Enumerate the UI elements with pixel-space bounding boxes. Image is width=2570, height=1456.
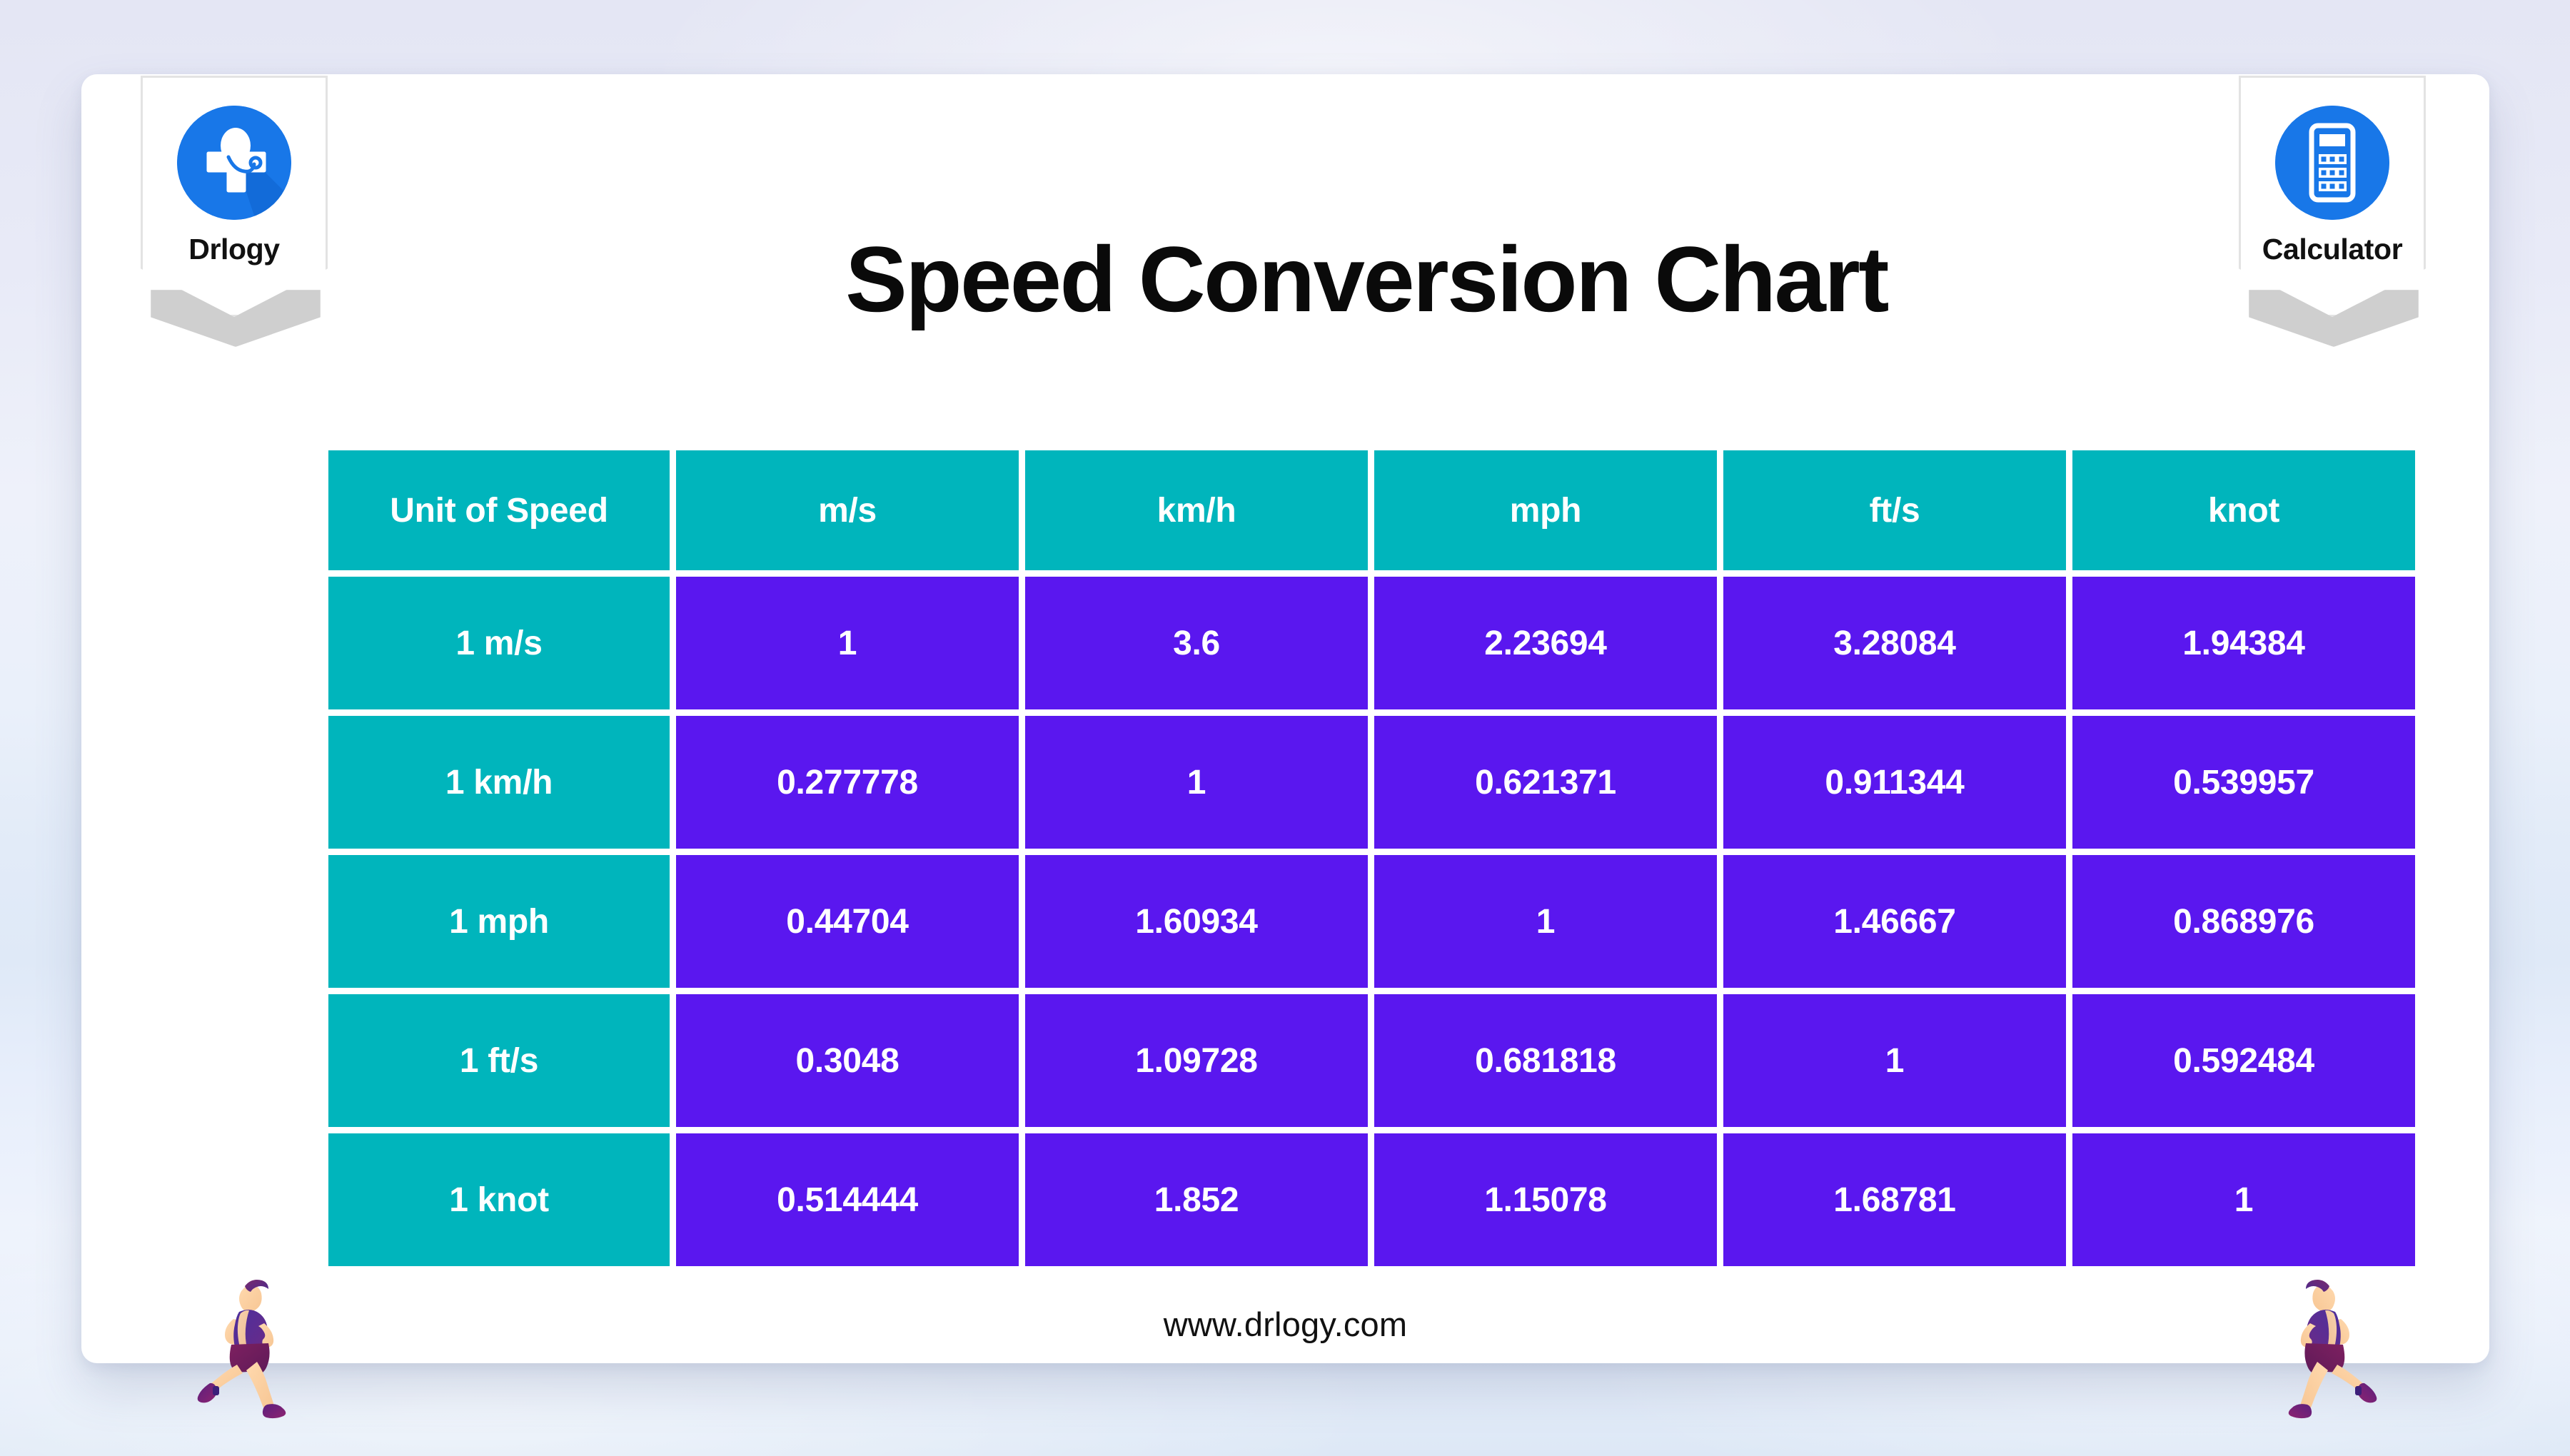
badge-label-calculator: Calculator <box>2262 233 2403 266</box>
table-cell: 1.09728 <box>1025 994 1368 1127</box>
table-row: 1 mph 0.44704 1.60934 1 1.46667 0.868976 <box>328 855 2415 988</box>
badge-label-drlogy: Drlogy <box>188 233 280 266</box>
table-row: 1 ft/s 0.3048 1.09728 0.681818 1 0.59248… <box>328 994 2415 1127</box>
table-row: 1 km/h 0.277778 1 0.621371 0.911344 0.53… <box>328 716 2415 849</box>
column-header-ms: m/s <box>676 450 1019 570</box>
table-cell: 1.94384 <box>2072 577 2415 709</box>
running-man-icon <box>2266 1269 2402 1426</box>
footer-website-url[interactable]: www.drlogy.com <box>81 1305 2489 1344</box>
table-cell: 0.681818 <box>1374 994 1717 1127</box>
table-cell: 0.868976 <box>2072 855 2415 988</box>
table-row: 1 knot 0.514444 1.852 1.15078 1.68781 1 <box>328 1133 2415 1266</box>
table-cell: 0.539957 <box>2072 716 2415 849</box>
row-unit-label: 1 knot <box>328 1133 670 1266</box>
drlogy-logo-icon <box>177 106 291 220</box>
table-cell: 0.3048 <box>676 994 1019 1127</box>
column-header-unit: Unit of Speed <box>328 450 670 570</box>
table-cell: 1.852 <box>1025 1133 1368 1266</box>
table-cell: 1 <box>676 577 1019 709</box>
table-cell: 2.23694 <box>1374 577 1717 709</box>
poster-card: Drlogy Calculator Speed Conversion Chart… <box>81 74 2489 1419</box>
calculator-icon <box>2275 106 2389 220</box>
table-cell: 0.911344 <box>1723 716 2066 849</box>
table-cell: 1.60934 <box>1025 855 1368 988</box>
column-header-kmh: km/h <box>1025 450 1368 570</box>
table-cell: 0.277778 <box>676 716 1019 849</box>
row-unit-label: 1 ft/s <box>328 994 670 1127</box>
table-cell: 0.592484 <box>2072 994 2415 1127</box>
table-cell: 0.514444 <box>676 1133 1019 1266</box>
table-cell: 1 <box>1374 855 1717 988</box>
table-cell: 0.44704 <box>676 855 1019 988</box>
poster-canvas: Drlogy Calculator Speed Conversion Chart… <box>0 0 2570 1456</box>
column-header-knot: knot <box>2072 450 2415 570</box>
table-row: 1 m/s 1 3.6 2.23694 3.28084 1.94384 <box>328 577 2415 709</box>
table-cell: 1 <box>1025 716 1368 849</box>
table-cell: 3.6 <box>1025 577 1368 709</box>
table-cell: 1.15078 <box>1374 1133 1717 1266</box>
row-unit-label: 1 mph <box>328 855 670 988</box>
table-cell: 0.621371 <box>1374 716 1717 849</box>
column-header-mph: mph <box>1374 450 1717 570</box>
table-cell: 1.68781 <box>1723 1133 2066 1266</box>
table-cell: 3.28084 <box>1723 577 2066 709</box>
table-header-row: Unit of Speed m/s km/h mph ft/s knot <box>328 450 2415 570</box>
running-man-icon <box>173 1269 308 1426</box>
row-unit-label: 1 m/s <box>328 577 670 709</box>
row-unit-label: 1 km/h <box>328 716 670 849</box>
column-header-fts: ft/s <box>1723 450 2066 570</box>
table-cell: 1.46667 <box>1723 855 2066 988</box>
table-cell: 1 <box>1723 994 2066 1127</box>
page-title: Speed Conversion Chart <box>845 227 1889 331</box>
table-cell: 1 <box>2072 1133 2415 1266</box>
speed-conversion-table: Unit of Speed m/s km/h mph ft/s knot 1 m… <box>322 444 2422 1273</box>
